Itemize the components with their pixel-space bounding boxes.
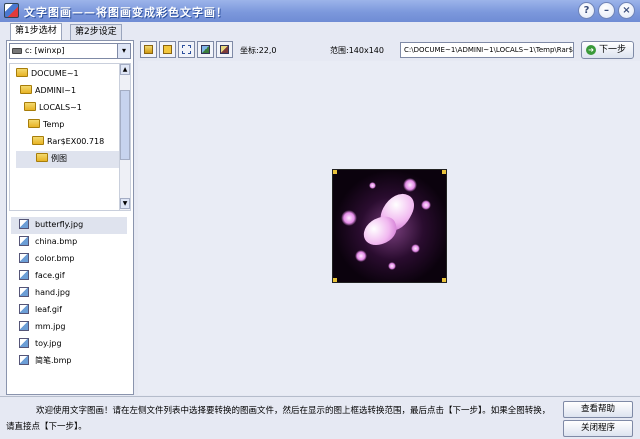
folder-item[interactable]: LOCALS~1 [24, 100, 82, 117]
sparkle [341, 210, 357, 226]
coordinate-readout: 坐标:22,0 [240, 46, 277, 55]
image-file-icon [19, 219, 29, 229]
folder-label: ADMINI~1 [35, 86, 77, 95]
folder-label: DOCUME~1 [31, 69, 79, 78]
selection-handle[interactable] [333, 278, 337, 282]
folder-button[interactable] [159, 41, 176, 58]
status-message: 欢迎使用文字图画！请在左侧文件列表中选择要转换的图画文件，然后在显示的图上框选转… [6, 406, 551, 432]
help-window-button[interactable]: ? [578, 2, 595, 19]
folder-open-icon [16, 68, 28, 77]
file-name: color.bmp [35, 254, 75, 263]
image-file-icon [19, 338, 29, 348]
sparkle [411, 244, 420, 253]
folder-icon [163, 45, 172, 54]
sparkle [403, 178, 417, 192]
window-title: 文字图画——将图画变成彩色文字画！ [24, 6, 228, 19]
chevron-down-icon[interactable]: ▾ [117, 44, 130, 58]
file-name: mm.jpg [35, 322, 66, 331]
sparkle [421, 200, 431, 210]
file-item[interactable]: hand.jpg [11, 285, 127, 302]
image-file-icon [19, 355, 29, 365]
folder-item[interactable]: DOCUME~1 [16, 66, 79, 83]
folder-open-icon [24, 102, 36, 111]
file-name: butterfly.jpg [35, 220, 84, 229]
drive-icon [12, 48, 22, 54]
tree-scrollbar[interactable]: ▲ ▼ [119, 64, 130, 210]
arrow-right-icon: ➜ [586, 45, 596, 55]
selection-handle[interactable] [442, 278, 446, 282]
image-file-icon [19, 304, 29, 314]
file-item[interactable]: 简笔.bmp [11, 353, 127, 370]
scroll-down-icon[interactable]: ▼ [120, 198, 130, 209]
folder-item[interactable]: Rar$EX00.718 [32, 134, 104, 151]
scroll-up-icon[interactable]: ▲ [120, 64, 130, 75]
image-file-icon [19, 270, 29, 280]
file-item[interactable]: leaf.gif [11, 302, 127, 319]
file-name: toy.jpg [35, 339, 62, 348]
folder-item[interactable]: ADMINI~1 [20, 83, 76, 100]
image-file-icon [19, 287, 29, 297]
folder-label: 例图 [51, 154, 67, 163]
app-icon [4, 3, 19, 18]
folder-item-selected[interactable]: 例图 [16, 151, 119, 168]
file-item[interactable]: china.bmp [11, 234, 127, 251]
drive-label: c: [winxp] [25, 46, 65, 55]
folder-item[interactable]: Temp [28, 117, 64, 134]
left-panel: c: [winxp] ▾ DOCUME~1 ADMINI~1 LOCALS~1 … [6, 40, 134, 395]
file-list[interactable]: butterfly.jpg china.bmp color.bmp face.g… [9, 215, 131, 391]
next-step-button[interactable]: ➜ 下一步 [581, 41, 634, 59]
file-item[interactable]: toy.jpg [11, 336, 127, 353]
tab-strip: 第1步选材 第2步设定 [0, 22, 640, 40]
scroll-thumb[interactable] [120, 90, 130, 160]
path-field[interactable]: C:\DOCUME~1\ADMINI~1\LOCALS~1\Temp\Rar$E… [400, 42, 574, 58]
folder-open-icon [32, 136, 44, 145]
help-button[interactable]: 查看帮助 [563, 401, 633, 418]
selection-handle[interactable] [442, 170, 446, 174]
file-name: face.gif [35, 271, 65, 280]
sparkle [388, 262, 396, 270]
range-readout: 范围:140x140 [330, 46, 384, 55]
toolbar: 坐标:22,0 范围:140x140 C:\DOCUME~1\ADMINI~1\… [138, 40, 640, 60]
tab-step2[interactable]: 第2步设定 [70, 24, 122, 40]
image-icon [201, 45, 210, 54]
file-item[interactable]: butterfly.jpg [11, 217, 127, 234]
next-step-label: 下一步 [599, 45, 627, 55]
file-name: 简笔.bmp [35, 356, 72, 365]
title-bar: 文字图画——将图画变成彩色文字画！ ? – × [0, 0, 640, 22]
close-window-button[interactable]: × [618, 2, 635, 19]
fit-selection-button[interactable] [178, 41, 195, 58]
image-canvas[interactable] [138, 61, 640, 395]
folder-open-icon [20, 85, 32, 94]
folder-tree[interactable]: DOCUME~1 ADMINI~1 LOCALS~1 Temp Rar$EX00… [9, 63, 131, 211]
image-file-icon [19, 321, 29, 331]
drive-select[interactable]: c: [winxp] ▾ [9, 43, 131, 59]
sparkle [369, 182, 376, 189]
image-file-icon [19, 253, 29, 263]
folder-label: Rar$EX00.718 [47, 137, 105, 146]
image-alt-button[interactable] [216, 41, 233, 58]
selection-handle[interactable] [333, 170, 337, 174]
file-item[interactable]: color.bmp [11, 251, 127, 268]
sparkle [355, 250, 367, 262]
close-program-button[interactable]: 关闭程序 [563, 420, 633, 437]
file-name: hand.jpg [35, 288, 71, 297]
tab-step1[interactable]: 第1步选材 [10, 23, 62, 40]
fit-selection-icon [182, 45, 191, 54]
folder-label: Temp [43, 120, 65, 129]
folder-label: LOCALS~1 [39, 103, 82, 112]
folder-open-icon [28, 119, 40, 128]
picture-icon [220, 45, 229, 54]
status-bar: 欢迎使用文字图画！请在左侧文件列表中选择要转换的图画文件，然后在显示的图上框选转… [0, 396, 640, 439]
file-name: leaf.gif [35, 305, 62, 314]
preview-image[interactable] [332, 169, 447, 283]
file-name: china.bmp [35, 237, 78, 246]
open-folder-icon [144, 45, 153, 54]
open-file-button[interactable] [140, 41, 157, 58]
file-item[interactable]: face.gif [11, 268, 127, 285]
folder-open-icon [36, 153, 48, 162]
file-item[interactable]: mm.jpg [11, 319, 127, 336]
image-file-icon [19, 236, 29, 246]
minimize-button[interactable]: – [598, 2, 615, 19]
image-button[interactable] [197, 41, 214, 58]
